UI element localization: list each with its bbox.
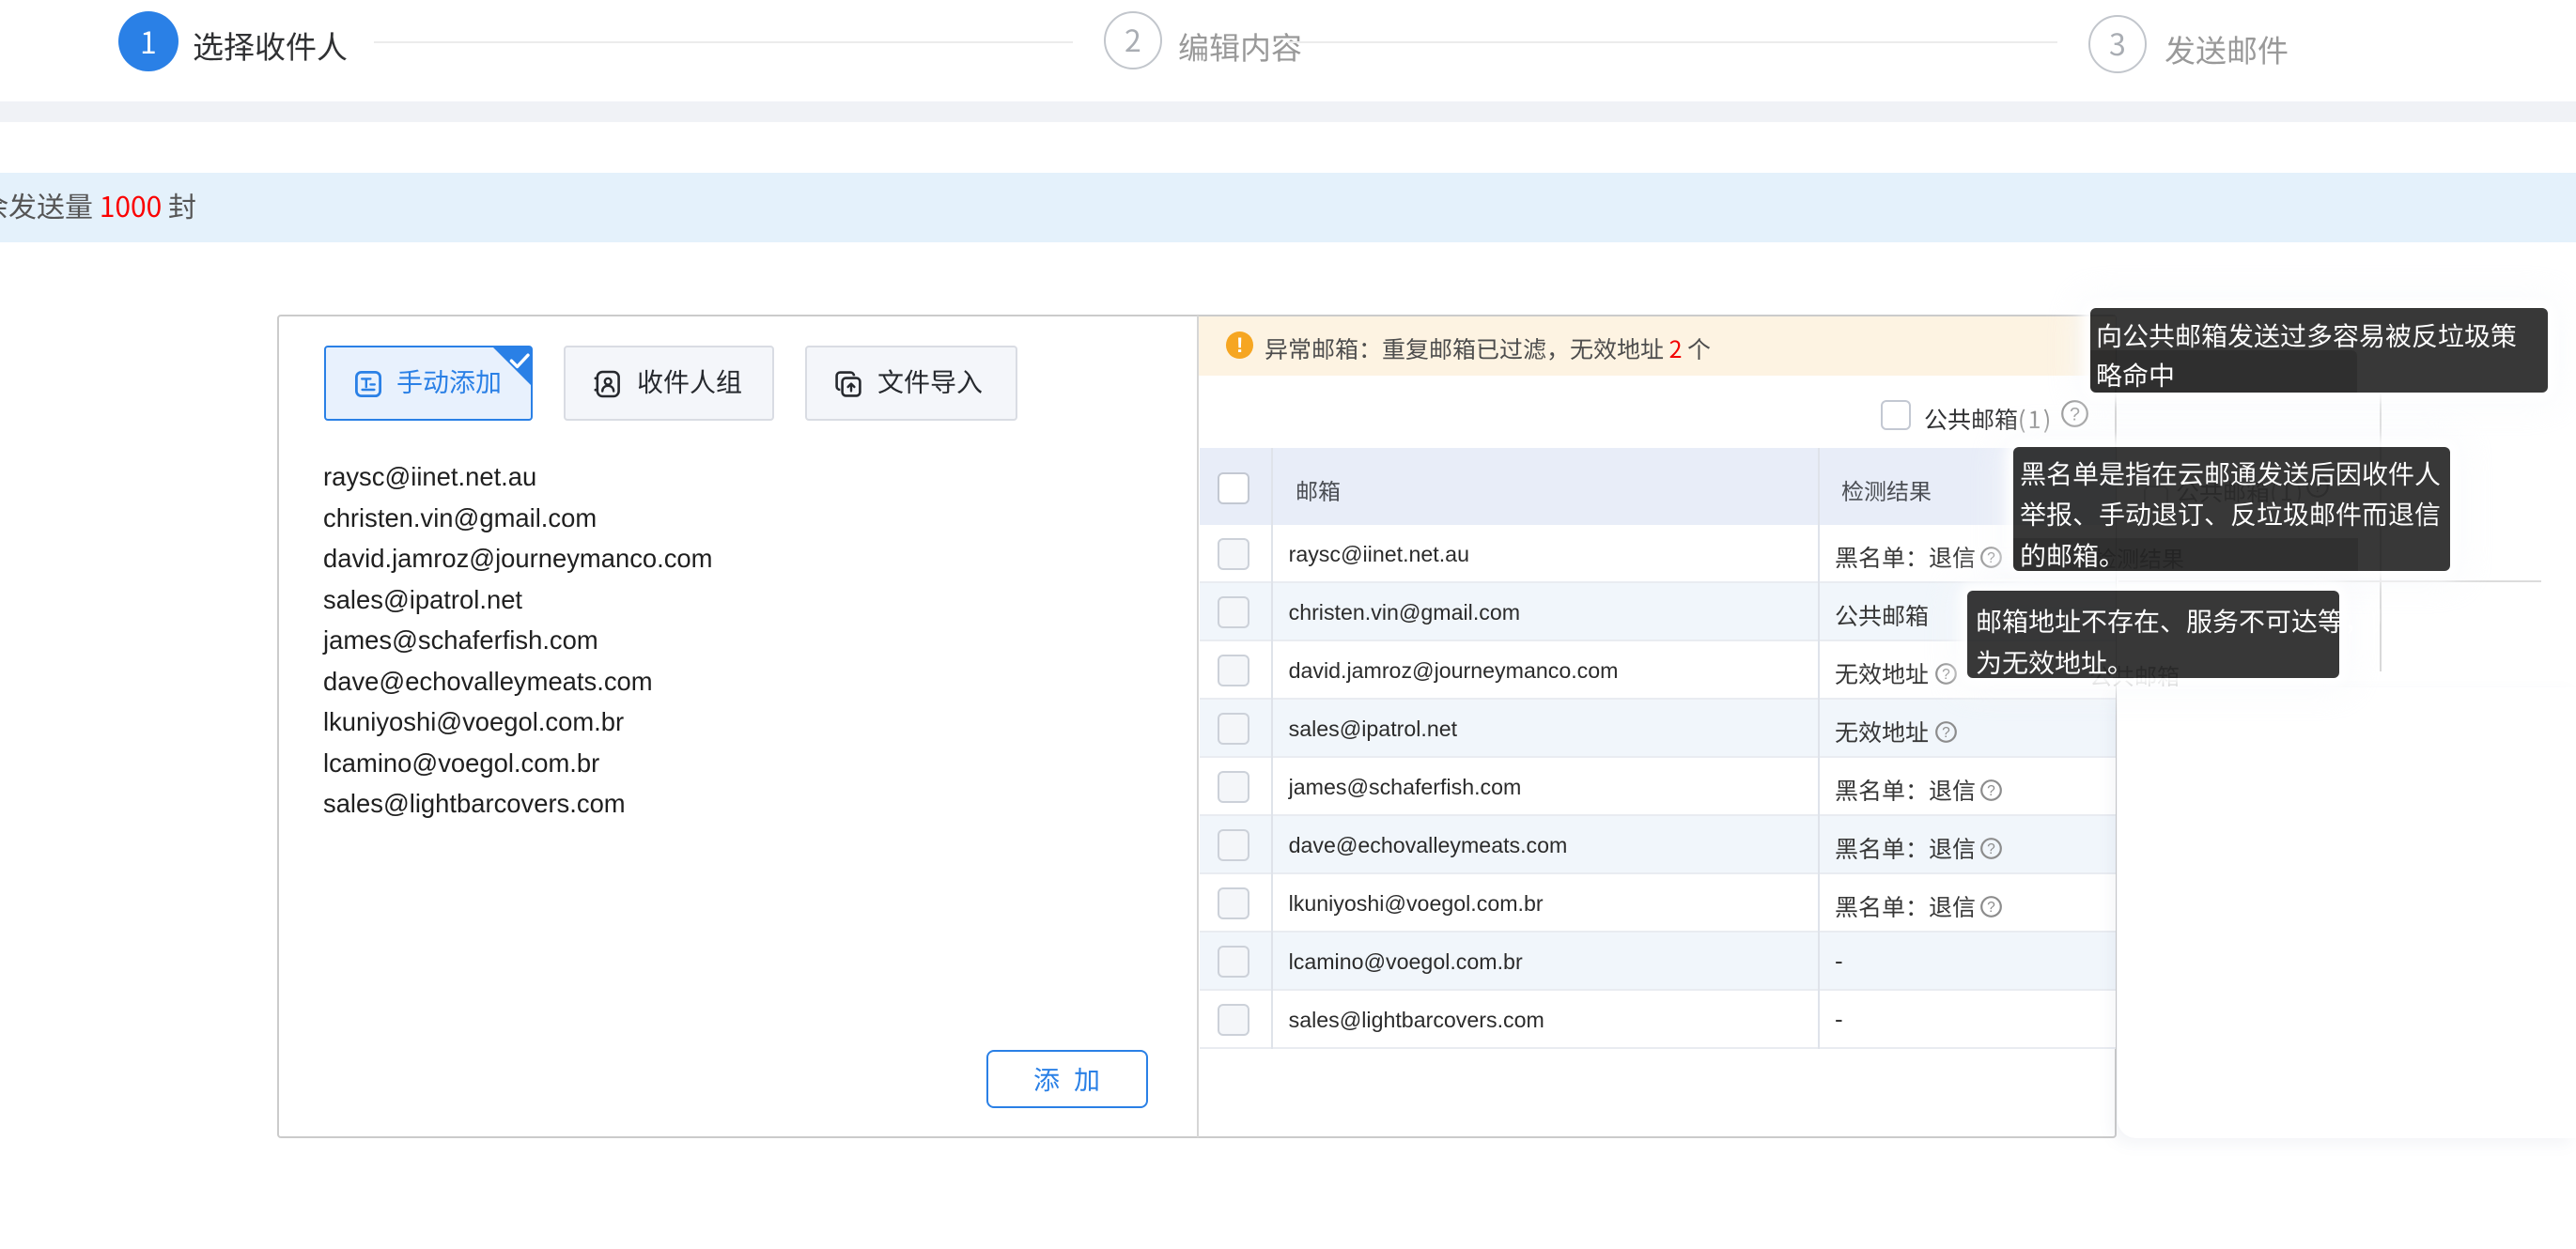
svg-text:?: ?: [1987, 841, 1995, 857]
svg-text:?: ?: [1942, 725, 1950, 741]
svg-text:?: ?: [1942, 667, 1950, 683]
svg-text:?: ?: [2070, 404, 2080, 424]
svg-text:?: ?: [1987, 550, 1995, 566]
svg-text:?: ?: [1987, 900, 1995, 916]
svg-text:?: ?: [1987, 783, 1995, 799]
